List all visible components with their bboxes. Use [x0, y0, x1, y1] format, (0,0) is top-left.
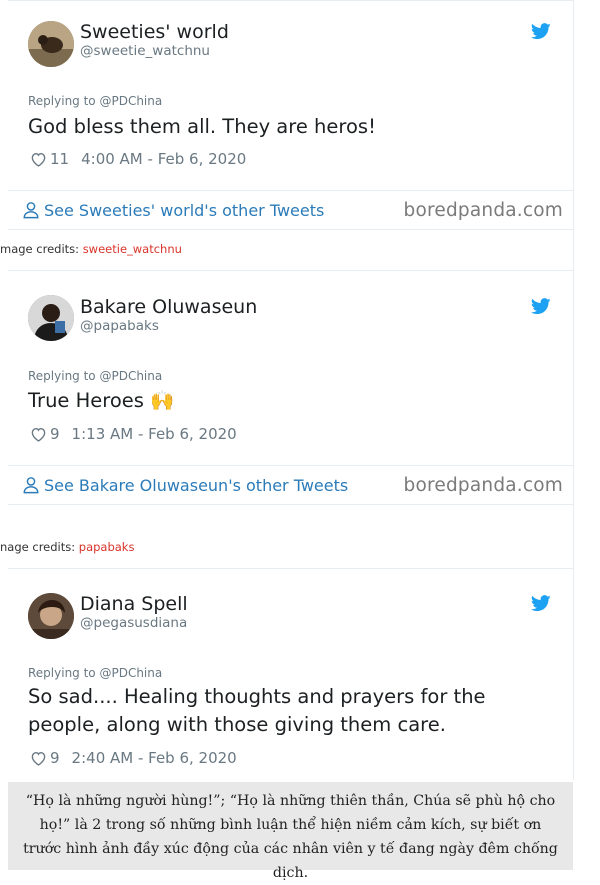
tweet-meta: 11 4:00 AM - Feb 6, 2020	[30, 150, 246, 168]
reply-line[interactable]: Replying to @PDChina	[28, 94, 162, 108]
user-handle[interactable]: @sweetie_watchnu	[80, 43, 210, 59]
avatar[interactable]	[28, 295, 74, 341]
tweet-timestamp[interactable]: 2:40 AM - Feb 6, 2020	[72, 749, 237, 767]
tweet-meta: 9 2:40 AM - Feb 6, 2020	[30, 749, 237, 767]
tweet-timestamp[interactable]: 1:13 AM - Feb 6, 2020	[72, 425, 237, 443]
like-count: 9	[50, 749, 60, 767]
heart-icon[interactable]	[30, 152, 47, 167]
image-credits: mage credits: sweetie_watchnu	[0, 242, 182, 256]
see-other-tweets-link[interactable]: See Sweeties' world's other Tweets	[44, 201, 324, 220]
credit-link[interactable]: sweetie_watchnu	[83, 242, 182, 256]
heart-icon[interactable]	[30, 751, 47, 766]
see-other-tweets-link[interactable]: See Bakare Oluwaseun's other Tweets	[44, 476, 348, 495]
display-name[interactable]: Bakare Oluwaseun	[80, 296, 257, 318]
tweet-text: God bless them all. They are heros!	[28, 115, 376, 138]
avatar[interactable]	[28, 593, 74, 639]
credit-link[interactable]: papabaks	[79, 540, 135, 554]
user-handle[interactable]: @pegasusdiana	[80, 615, 187, 631]
tweet-meta: 9 1:13 AM - Feb 6, 2020	[30, 425, 237, 443]
tweet-card-2: Bakare Oluwaseun @papabaks Replying to @…	[8, 270, 573, 466]
tweet-timestamp[interactable]: 4:00 AM - Feb 6, 2020	[81, 150, 246, 168]
display-name[interactable]: Sweeties' world	[80, 21, 229, 43]
tweet-footer: See Bakare Oluwaseun's other Tweets bore…	[8, 465, 573, 505]
tweet-text: True Heroes 🙌	[28, 389, 175, 412]
twitter-bird-icon[interactable]	[531, 298, 551, 315]
tweet-card-1: Sweeties' world @sweetie_watchnu Replyin…	[8, 0, 573, 191]
credits-label: nage credits:	[0, 540, 79, 554]
heart-icon[interactable]	[30, 427, 47, 442]
credits-label: mage credits:	[0, 242, 83, 256]
user-handle[interactable]: @papabaks	[80, 318, 159, 334]
source-brand: boredpanda.com	[403, 474, 563, 496]
user-icon	[23, 202, 39, 219]
twitter-bird-icon[interactable]	[531, 23, 551, 40]
twitter-bird-icon[interactable]	[531, 595, 551, 612]
tweet-card-3: Diana Spell @pegasusdiana Replying to @P…	[8, 568, 573, 781]
avatar[interactable]	[28, 21, 74, 67]
tweet-footer: See Sweeties' world's other Tweets bored…	[8, 190, 573, 230]
article-caption: “Họ là những người hùng!”; “Họ là những …	[8, 782, 573, 881]
display-name[interactable]: Diana Spell	[80, 593, 188, 615]
card-right-border	[573, 0, 574, 780]
reply-line[interactable]: Replying to @PDChina	[28, 666, 162, 680]
source-brand: boredpanda.com	[403, 199, 563, 221]
like-count: 11	[50, 150, 70, 168]
like-count: 9	[50, 425, 60, 443]
reply-line[interactable]: Replying to @PDChina	[28, 369, 162, 383]
image-credits: nage credits: papabaks	[0, 540, 134, 554]
tweet-text: So sad.... Healing thoughts and prayers …	[28, 685, 486, 736]
user-icon	[23, 477, 39, 494]
